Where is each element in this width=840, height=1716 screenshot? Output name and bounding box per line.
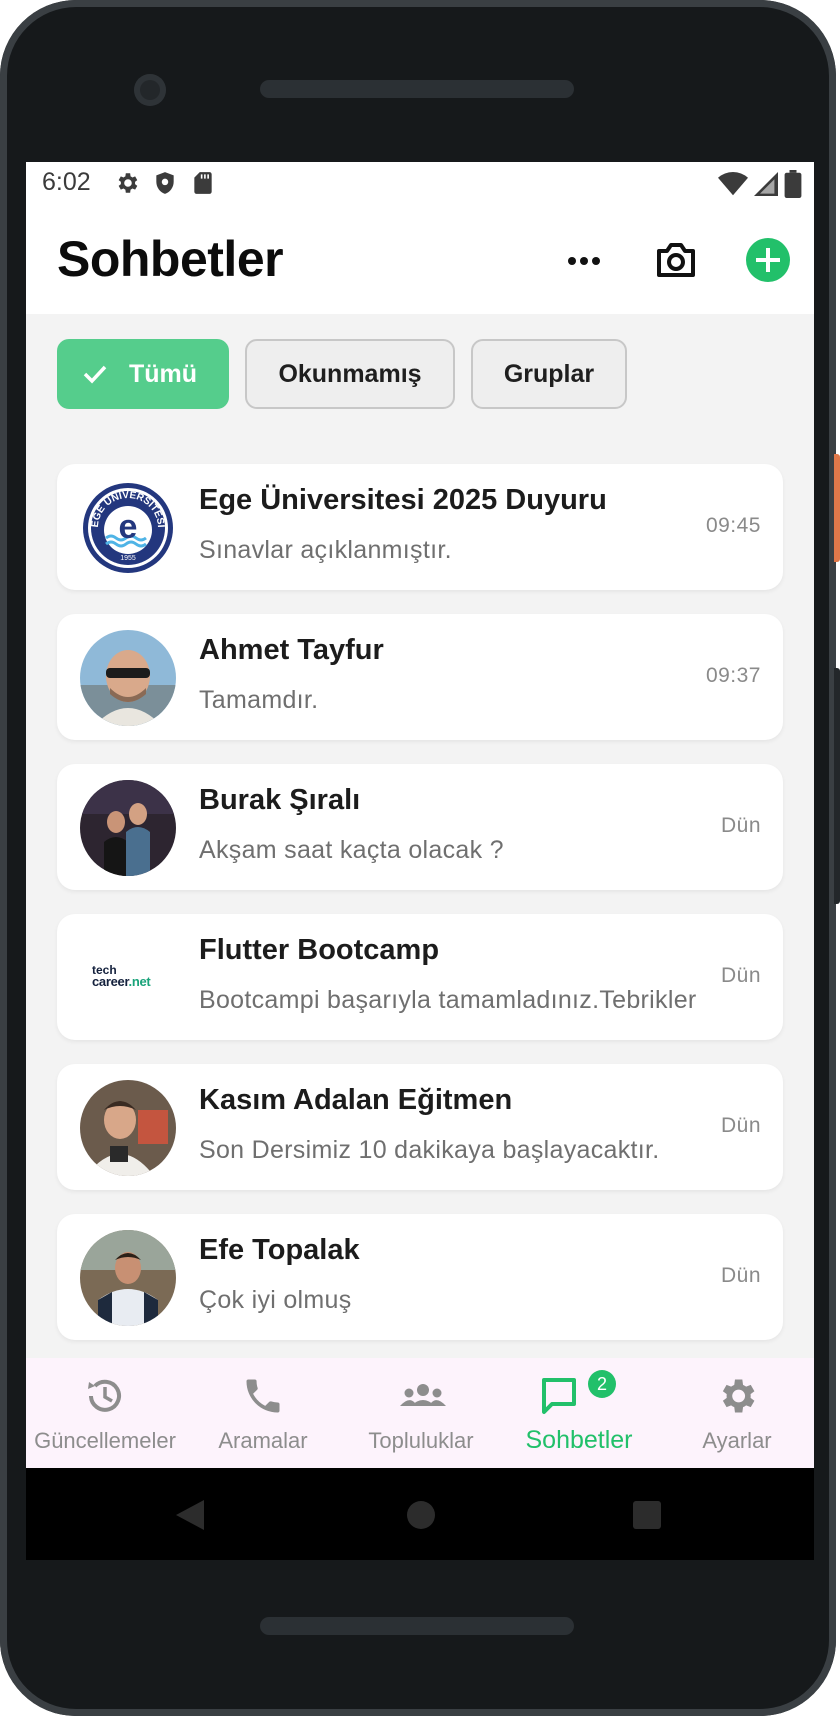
camera-button[interactable]: [648, 234, 704, 290]
avatar: [80, 780, 176, 876]
system-navigation-bar: [26, 1468, 814, 1560]
back-icon[interactable]: [174, 1498, 206, 1537]
chat-name: Burak Şıralı: [199, 784, 361, 816]
chat-name: Ahmet Tayfur: [199, 634, 384, 666]
filter-chip-groups[interactable]: Gruplar: [471, 339, 627, 409]
nav-label: Topluluklar: [368, 1428, 474, 1453]
more-icon: [567, 253, 601, 271]
status-time: 6:02: [42, 168, 91, 196]
bottom-navigation: Güncellemeler Aramalar Topluluklar 2 Soh…: [26, 1358, 814, 1468]
avatar: tech career.net: [80, 930, 176, 1026]
status-bar: 6:02: [26, 162, 814, 206]
chat-time: 09:37: [705, 664, 761, 687]
filter-chip-label: Gruplar: [503, 359, 595, 388]
chat-name: Ege Üniversitesi 2025 Duyuru: [199, 484, 607, 516]
logo-text-career: career: [92, 974, 129, 989]
earpiece-speaker: [260, 80, 574, 98]
settings-icon: [715, 1374, 759, 1418]
chat-list-item[interactable]: Kasım Adalan Eğitmen Son Dersimiz 10 dak…: [57, 1064, 783, 1190]
bottom-speaker: [260, 1617, 574, 1635]
chat-list-item[interactable]: Efe Topalak Çok iyi olmuş Dün: [57, 1214, 783, 1340]
nav-label: Güncellemeler: [34, 1428, 176, 1453]
sd-card-icon: [190, 170, 216, 201]
profile-photo: [80, 780, 176, 876]
avatar: [80, 1230, 176, 1326]
nav-item-settings[interactable]: Ayarlar: [658, 1358, 814, 1468]
svg-text:1955: 1955: [120, 555, 136, 562]
techcareer-logo: tech career.net: [92, 964, 151, 989]
nav-label: Aramalar: [218, 1428, 308, 1453]
chat-last-message: Çok iyi olmuş: [199, 1286, 352, 1314]
filter-chip-label: Tümü: [128, 359, 198, 388]
avatar: EGE ÜNİVERSİTESİ 1955 e: [80, 480, 176, 576]
profile-photo: [80, 1080, 176, 1176]
shield-icon: [152, 170, 178, 201]
page-title: Sohbetler: [57, 231, 284, 287]
front-camera: [134, 74, 166, 106]
profile-photo: [80, 630, 176, 726]
phone-icon: [241, 1374, 285, 1418]
chat-list-item[interactable]: Ahmet Tayfur Tamamdır. 09:37: [57, 614, 783, 740]
power-button: [834, 454, 840, 562]
settings-icon: [114, 170, 140, 201]
svg-text:e: e: [119, 508, 138, 546]
nav-item-calls[interactable]: Aramalar: [184, 1358, 342, 1468]
nav-item-chats[interactable]: 2 Sohbetler: [500, 1358, 658, 1468]
chat-name: Efe Topalak: [199, 1234, 360, 1266]
unread-badge: 2: [588, 1370, 616, 1398]
profile-photo: [80, 1230, 176, 1326]
chat-list-item[interactable]: EGE ÜNİVERSİTESİ 1955 e Ege Üniversitesi…: [57, 464, 783, 590]
filter-chip-all[interactable]: Tümü: [57, 339, 229, 409]
new-chat-button[interactable]: [740, 234, 796, 290]
filter-chip-unread[interactable]: Okunmamış: [245, 339, 455, 409]
battery-icon: [784, 170, 802, 203]
camera-icon: [655, 241, 697, 284]
chat-icon: [538, 1374, 582, 1418]
chat-time: Dün: [720, 1264, 761, 1287]
nav-item-updates[interactable]: Güncellemeler: [26, 1358, 184, 1468]
avatar: [80, 630, 176, 726]
chat-time: Dün: [720, 964, 761, 987]
signal-icon: [754, 171, 778, 202]
chat-last-message: Bootcampi başarıyla tamamladınız.Tebrikl…: [199, 986, 697, 1014]
filter-chip-label: Okunmamış: [278, 359, 422, 388]
recents-icon[interactable]: [632, 1500, 662, 1535]
screen: 6:02 Sohbetler Tümü Okunmamış Gruplar EG…: [26, 162, 814, 1560]
home-icon[interactable]: [406, 1500, 436, 1535]
more-options-button[interactable]: [556, 234, 612, 290]
chat-name: Flutter Bootcamp: [199, 934, 440, 966]
updates-icon: [83, 1374, 127, 1418]
chat-time: Dün: [720, 814, 761, 837]
chat-time: Dün: [720, 1114, 761, 1137]
chat-last-message: Son Dersimiz 10 dakikaya başlayacaktır.: [199, 1136, 660, 1164]
chat-time: 09:45: [705, 514, 761, 537]
add-icon: [745, 237, 791, 288]
logo-text-net: .net: [128, 974, 151, 989]
chat-last-message: Akşam saat kaçta olacak ?: [199, 836, 504, 864]
filter-chips: Tümü Okunmamış Gruplar: [57, 339, 627, 409]
chat-name: Kasım Adalan Eğitmen: [199, 1084, 513, 1116]
chat-last-message: Sınavlar açıklanmıştır.: [199, 536, 452, 564]
volume-button: [834, 668, 840, 904]
chat-list-item[interactable]: Burak Şıralı Akşam saat kaçta olacak ? D…: [57, 764, 783, 890]
chat-last-message: Tamamdır.: [199, 686, 319, 714]
university-logo: EGE ÜNİVERSİTESİ 1955 e: [81, 481, 175, 575]
nav-item-communities[interactable]: Topluluklar: [342, 1358, 500, 1468]
communities-icon: [399, 1374, 446, 1418]
check-icon: [83, 364, 107, 384]
nav-label: Ayarlar: [702, 1428, 772, 1453]
nav-label: Sohbetler: [525, 1426, 633, 1454]
avatar: [80, 1080, 176, 1176]
app-bar: Sohbetler: [26, 206, 814, 314]
wifi-icon: [718, 171, 748, 202]
chat-list-item[interactable]: tech career.net Flutter Bootcamp Bootcam…: [57, 914, 783, 1040]
